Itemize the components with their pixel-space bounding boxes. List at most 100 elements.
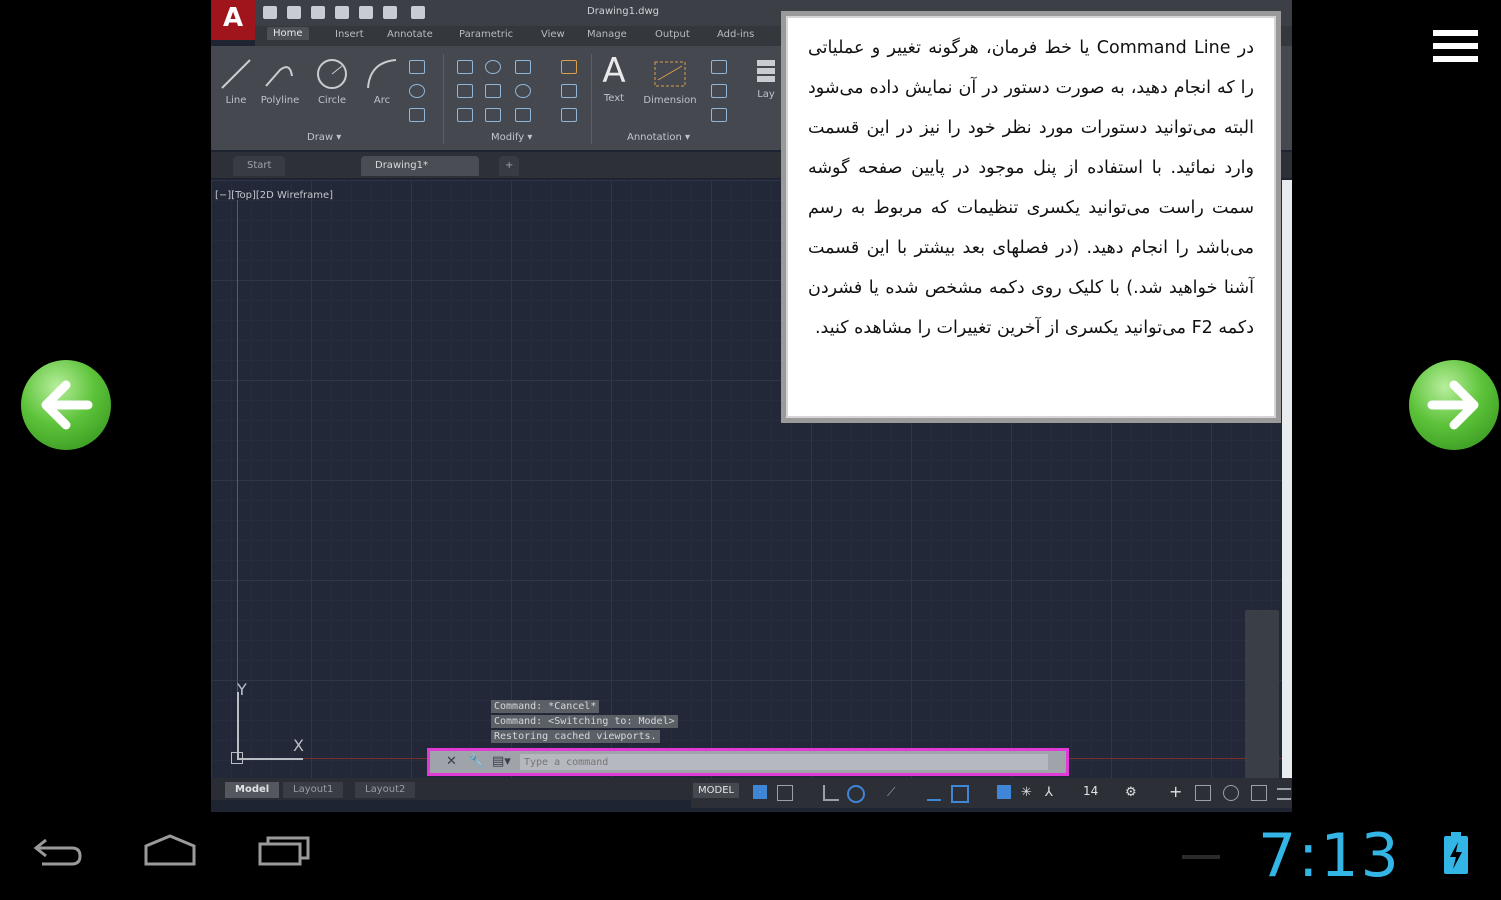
explode-icon: [561, 84, 577, 98]
customization-icon: [1277, 788, 1291, 800]
model-space-button: MODEL: [693, 783, 740, 798]
file-tab-drawing1: Drawing1*: [361, 156, 479, 176]
object-snap-icon: [951, 785, 969, 803]
table-icon: [711, 108, 727, 122]
tab-parametric: Parametric: [459, 29, 514, 40]
isolate-icon: [1223, 785, 1239, 801]
printer-icon: [411, 6, 425, 19]
layers-icon: [757, 60, 775, 82]
layers-label: Lay: [757, 89, 775, 100]
status-divider: [1182, 855, 1220, 859]
polar-icon: [847, 785, 865, 803]
fillet-icon: [515, 84, 531, 98]
copy-icon: [457, 84, 473, 98]
tab-insert: Insert: [335, 29, 364, 40]
line-tool: Line: [211, 56, 261, 106]
annotation-panel-label: Annotation ▾: [627, 132, 691, 143]
linear-dim-icon: [711, 60, 727, 74]
command-input: [520, 754, 1048, 770]
new-tab-button: +: [499, 156, 520, 176]
print-icon: [383, 6, 397, 19]
crosshair-icon: +: [1169, 782, 1183, 801]
arc-label: Arc: [373, 95, 391, 106]
scale-icon: [485, 108, 501, 122]
leader-icon: [711, 84, 727, 98]
command-line-highlight: ✕ 🔧 ▤▾: [427, 748, 1069, 776]
history-line: Command: <Switching to: Model>: [491, 715, 678, 728]
line-icon: [221, 59, 251, 89]
circle-icon: [317, 59, 347, 89]
viewport-label: [−][Top][2D Wireframe]: [215, 190, 334, 201]
erase-icon: [561, 60, 577, 74]
modify-panel-label: Modify ▾: [491, 132, 533, 143]
tab-annotate: Annotate: [387, 29, 433, 40]
close-icon: ✕: [446, 754, 457, 769]
tab-view: View: [541, 29, 565, 40]
stretch-icon: [457, 108, 473, 122]
tab-home: Home: [267, 27, 309, 40]
arc-icon: [367, 59, 397, 89]
layout-tabs: Model Layout1 Layout2: [211, 778, 691, 800]
plot-icon: [359, 6, 373, 19]
line-label: Line: [225, 95, 247, 106]
snap-icon: [777, 785, 793, 801]
menu-icon[interactable]: [1433, 30, 1478, 64]
ellipse-icon: [409, 84, 425, 98]
back-arrow-icon: [41, 380, 93, 430]
vertical-scrollbar: [1282, 180, 1292, 778]
forward-arrow-icon: [1427, 380, 1479, 430]
arc-tool: Arc: [357, 56, 407, 106]
rectangle-icon: [409, 60, 425, 74]
wrench-icon: 🔧: [468, 754, 485, 769]
grid-icon: [753, 785, 767, 799]
ucs-y-arm: [237, 692, 239, 758]
clock: 7:13: [1258, 821, 1401, 891]
ucs-x-arm: [237, 758, 303, 760]
previous-page-button[interactable]: [21, 360, 111, 450]
polyline-icon: [265, 66, 293, 87]
text-label: Text: [603, 93, 625, 104]
circle-tool: Circle: [307, 56, 357, 106]
annotation-visibility-icon: [997, 785, 1011, 799]
settings-gear-icon: ⚙: [1125, 785, 1137, 800]
polyline-label: Polyline: [260, 95, 300, 106]
layout-tab-layout2: Layout2: [355, 782, 416, 798]
hatch-icon: [409, 108, 425, 122]
rotate-icon: [485, 60, 501, 74]
autocad-logo: A: [211, 0, 255, 40]
text-tool: A Text: [589, 52, 639, 104]
ortho-icon: [823, 785, 839, 801]
android-back-icon[interactable]: [32, 830, 84, 870]
mirror-icon: [485, 84, 501, 98]
dimension-icon: [654, 61, 686, 87]
workspace-icon: ⅄: [1045, 785, 1053, 800]
tab-output: Output: [655, 29, 690, 40]
dimension-label: Dimension: [643, 95, 697, 106]
file-tab-start: Start: [233, 156, 286, 176]
quick-properties-icon: [1195, 785, 1211, 801]
history-line: Command: *Cancel*: [491, 700, 600, 713]
tab-manage: Manage: [587, 29, 627, 40]
layout-tab-model: Model: [225, 782, 280, 798]
annotation-scale-icon: ✳: [1021, 785, 1032, 800]
fullscreen-icon: [1251, 785, 1267, 801]
y-axis-line: [237, 200, 238, 760]
navigation-bar: [1245, 610, 1279, 798]
tutorial-text-box: در Command Line یا خط فرمان، هرگونه تغیی…: [781, 11, 1281, 423]
recent-commands-icon: ▤▾: [492, 754, 511, 769]
android-recents-icon[interactable]: [258, 830, 310, 870]
move-icon: [457, 60, 473, 74]
document-title: Drawing1.dwg: [587, 6, 659, 17]
trim-icon: [515, 60, 531, 74]
polyline-tool: Polyline: [255, 56, 305, 106]
open-file-icon: [287, 6, 301, 19]
object-track-icon: [927, 785, 941, 801]
layers-tool: Lay: [751, 56, 781, 100]
scale-value: 14: [1083, 784, 1099, 798]
android-home-icon[interactable]: [142, 830, 198, 870]
next-page-button[interactable]: [1409, 360, 1499, 450]
layout-tab-layout1: Layout1: [283, 782, 344, 798]
offset-icon: [561, 108, 577, 122]
ucs-y-label: Y: [237, 680, 247, 699]
tab-addins: Add-ins: [717, 29, 755, 40]
